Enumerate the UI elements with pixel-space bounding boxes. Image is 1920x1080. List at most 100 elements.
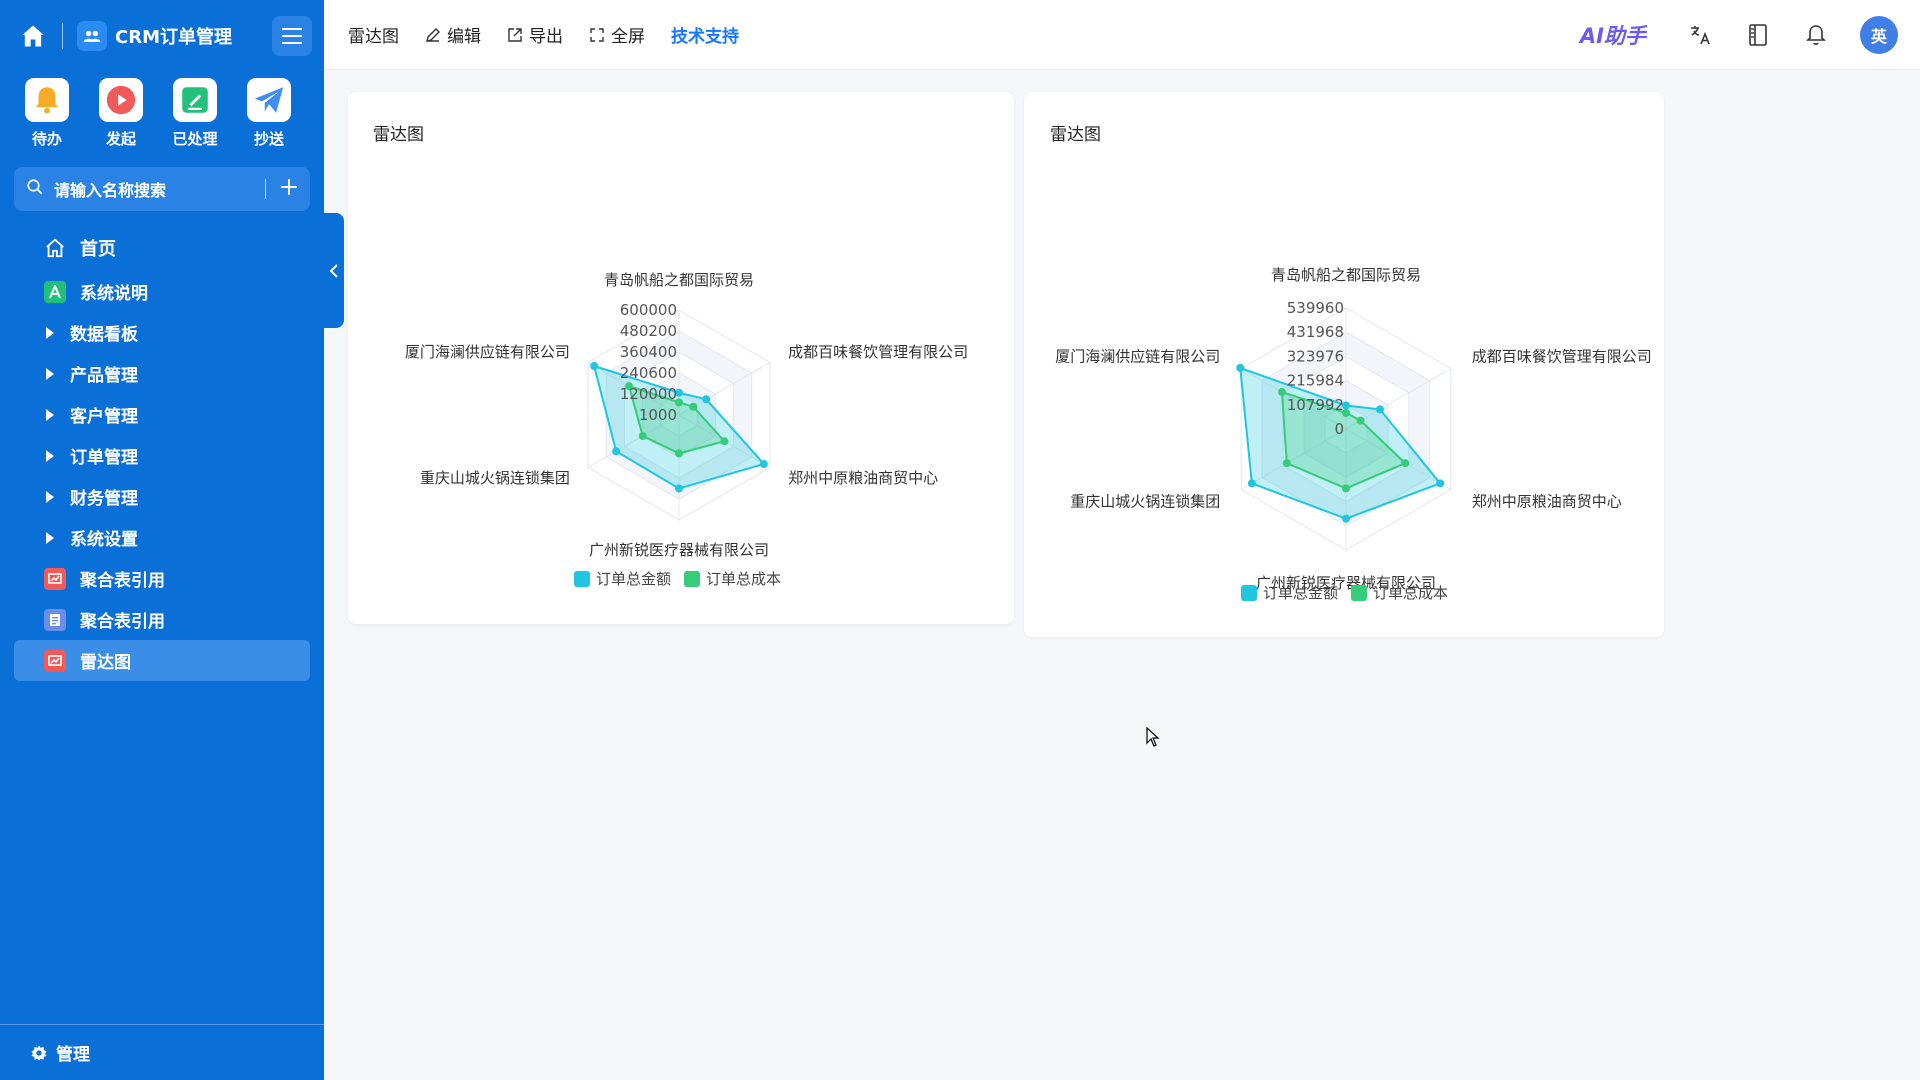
quick-processed[interactable]: 已处理 — [158, 78, 232, 149]
sidebar-search[interactable]: 请输入名称搜索 — [14, 167, 310, 211]
sidebar-collapse-handle[interactable] — [324, 213, 344, 328]
notification-bell-icon[interactable] — [1802, 21, 1830, 49]
sidebar-item-label: 系统设置 — [70, 530, 138, 550]
edit-button[interactable]: 编辑 — [425, 22, 481, 47]
caret-right-icon — [46, 449, 54, 462]
sidebar-item-aggregate-1[interactable]: 聚合表引用 — [14, 558, 310, 599]
sidebar-item-dashboard[interactable]: 数据看板 — [14, 312, 310, 353]
radar-indicator-label: 郑州中原粮油商贸中心 — [1472, 493, 1622, 511]
ai-assistant-button[interactable]: AI助手 — [1580, 20, 1646, 50]
top-toolbar: 雷达图 编辑 导出 全屏 技术支持 AI助手 英 — [324, 0, 1920, 70]
radar-data-point — [1282, 459, 1291, 468]
sidebar-item-aggregate-2[interactable]: 聚合表引用 — [14, 599, 310, 640]
manage-label: 管理 — [56, 1045, 90, 1065]
radar-data-point — [1356, 416, 1365, 425]
radar-tick-label: 600000 — [620, 301, 677, 319]
radar-data-point — [1247, 479, 1256, 488]
export-button[interactable]: 导出 — [507, 22, 563, 47]
radar-data-point — [1342, 514, 1350, 523]
sidebar: CRM订单管理 待办 发起 已处理 抄送 请输入名称搜索 首页 系统说明 数据看… — [0, 0, 324, 1080]
toolbar-right: AI助手 英 — [1580, 0, 1898, 70]
search-icon — [26, 178, 44, 200]
quick-todo[interactable]: 待办 — [10, 78, 84, 149]
radar-chart-1: 1000 120000 240600 360400 480200 600000 青岛帆船之都… — [405, 271, 968, 588]
quick-label: 已处理 — [172, 130, 218, 148]
radar-indicator-label: 郑州中原粮油商贸中心 — [788, 469, 938, 487]
doc-a-icon — [44, 280, 66, 303]
caret-right-icon — [46, 367, 54, 380]
radar-data-point — [1436, 479, 1445, 488]
gear-icon — [30, 1044, 48, 1062]
sidebar-item-label: 数据看板 — [70, 325, 138, 345]
sidebar-item-orders[interactable]: 订单管理 — [14, 435, 310, 476]
app-logo-icon — [77, 21, 107, 51]
sidebar-item-customers[interactable]: 客户管理 — [14, 394, 310, 435]
quick-actions: 待办 发起 已处理 抄送 — [0, 72, 324, 149]
fullscreen-button[interactable]: 全屏 — [589, 22, 645, 47]
radar-data-point — [759, 459, 768, 468]
radar-tick-label: 539960 — [1287, 299, 1344, 317]
app-title: CRM订单管理 — [115, 27, 232, 48]
caret-right-icon — [46, 408, 54, 421]
menu-toggle-button[interactable] — [272, 16, 312, 56]
radar-tick-label: 240600 — [620, 364, 677, 382]
radar-indicator-label: 成都百味餐饮管理有限公司 — [1472, 347, 1652, 365]
radar-tick-label: 1000 — [639, 406, 677, 424]
radar-indicator-label: 重庆山城火锅连锁集团 — [420, 469, 570, 487]
chart-report-icon — [44, 649, 66, 672]
user-avatar[interactable]: 英 — [1860, 16, 1898, 54]
page-title: 雷达图 — [348, 27, 399, 47]
radar-indicator-label: 广州新锐医疗器械有限公司 — [589, 541, 769, 559]
sidebar-item-finance[interactable]: 财务管理 — [14, 476, 310, 517]
edit-label: 编辑 — [447, 27, 481, 47]
sidebar-item-radar[interactable]: 雷达图 — [14, 640, 310, 681]
caret-right-icon — [46, 531, 54, 544]
sidebar-header: CRM订单管理 — [0, 0, 324, 72]
add-icon[interactable] — [280, 178, 298, 200]
processed-icon — [173, 78, 217, 122]
radar-indicator-label: 厦门海澜供应链有限公司 — [1055, 347, 1220, 365]
sidebar-item-label: 财务管理 — [70, 489, 138, 509]
radar-tick-label: 120000 — [620, 385, 677, 403]
chart-report-icon — [44, 567, 66, 590]
radar-indicator-label: 厦门海澜供应链有限公司 — [405, 343, 570, 361]
file-icon — [44, 608, 66, 631]
radar-data-point — [638, 431, 647, 440]
radar-data-point — [1236, 363, 1245, 372]
search-input[interactable]: 请输入名称搜索 — [54, 177, 265, 201]
sidebar-item-label: 雷达图 — [80, 653, 131, 673]
radar-indicator-label: 成都百味餐饮管理有限公司 — [788, 343, 968, 361]
sidebar-item-products[interactable]: 产品管理 — [14, 353, 310, 394]
home-icon[interactable] — [18, 21, 48, 51]
sidebar-item-system-intro[interactable]: 系统说明 — [14, 271, 310, 312]
sidebar-footer-manage[interactable]: 管理 — [0, 1024, 324, 1080]
home-icon — [44, 237, 66, 259]
radar-tick-label: 431968 — [1287, 323, 1344, 341]
radar-data-point — [612, 447, 621, 456]
tech-support-link[interactable]: 技术支持 — [671, 22, 739, 47]
sidebar-item-label: 订单管理 — [70, 448, 138, 468]
radar-tick-label: 0 — [1334, 420, 1344, 438]
quick-cc[interactable]: 抄送 — [232, 78, 306, 149]
send-icon — [247, 78, 291, 122]
radar-data-point — [1277, 388, 1286, 397]
sidebar-item-settings[interactable]: 系统设置 — [14, 517, 310, 558]
quick-initiate[interactable]: 发起 — [84, 78, 158, 149]
sidebar-item-label: 系统说明 — [80, 284, 148, 304]
sidebar-item-label: 首页 — [80, 239, 116, 260]
radar-data-point — [1401, 459, 1410, 468]
legend-label: 订单总金额 — [1263, 584, 1338, 602]
fullscreen-icon — [589, 27, 605, 43]
book-icon[interactable] — [1744, 21, 1772, 49]
translate-icon[interactable] — [1686, 21, 1714, 49]
search-divider — [265, 179, 266, 199]
caret-right-icon — [46, 326, 54, 339]
quick-label: 待办 — [31, 130, 62, 148]
chevron-left-icon — [329, 263, 338, 278]
play-icon — [99, 78, 143, 122]
radar-indicator-label: 重庆山城火锅连锁集团 — [1070, 493, 1220, 511]
radar-data-point — [675, 484, 683, 493]
sidebar-item-home[interactable]: 首页 — [14, 225, 310, 271]
legend-label: 订单总成本 — [1373, 584, 1448, 602]
radar-chart-card-2: 雷达图 0 107992 215984 323976 431968 539960 青岛帆船之… — [1024, 92, 1664, 637]
